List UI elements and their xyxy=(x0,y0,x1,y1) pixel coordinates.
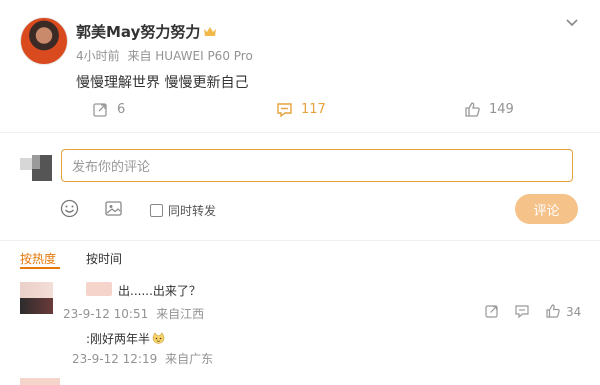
divider xyxy=(0,240,600,241)
crown-icon xyxy=(204,27,217,36)
comment-time: 23-9-12 10:51 xyxy=(63,307,149,321)
repost-checkbox[interactable]: 同时转发 xyxy=(150,202,216,219)
comment-count: 117 xyxy=(301,102,326,117)
comment-input[interactable]: 发布你的评论 xyxy=(61,149,573,182)
author-name[interactable]: 郭美May努力努力 xyxy=(76,21,217,42)
share-icon[interactable] xyxy=(484,303,500,319)
chevron-down-icon[interactable] xyxy=(564,14,580,30)
picture-icon[interactable] xyxy=(104,199,123,218)
repost-count: 6 xyxy=(117,102,126,117)
post-meta: 4小时前 来自 HUAWEI P60 Pro xyxy=(76,47,253,64)
like-icon[interactable] xyxy=(545,303,561,319)
comment-meta: 23-9-12 10:51 来自江西 xyxy=(63,305,204,322)
like-button[interactable]: 149 xyxy=(464,101,514,118)
checkbox-box[interactable] xyxy=(150,204,163,217)
comment-placeholder: 发布你的评论 xyxy=(72,160,151,175)
active-tab-underline xyxy=(20,267,60,269)
post-source: 来自 HUAWEI P60 Pro xyxy=(127,49,253,63)
cat-emoji-icon xyxy=(152,332,165,344)
emoji-icon[interactable] xyxy=(60,199,79,218)
comment-source: 来自江西 xyxy=(156,307,205,321)
reply-icon[interactable] xyxy=(514,303,530,319)
like-icon xyxy=(465,102,480,117)
reply-text-row: :刚好两年半 xyxy=(86,330,165,347)
repost-icon xyxy=(93,103,107,117)
comment-button[interactable]: 117 xyxy=(276,101,326,118)
post-text: 慢慢理解世界 慢慢更新自己 xyxy=(76,75,249,91)
tab-sort-hot[interactable]: 按热度 xyxy=(20,250,56,267)
repost-checkbox-label: 同时转发 xyxy=(168,204,217,218)
repost-button[interactable]: 6 xyxy=(92,101,125,118)
reply-meta: 23-9-12 12:19 来自广东 xyxy=(72,350,213,367)
commenter-avatar-lower xyxy=(20,298,53,314)
commenter-avatar[interactable] xyxy=(20,282,53,298)
comment-like-count: 34 xyxy=(566,305,582,319)
commenter-name[interactable] xyxy=(86,282,112,296)
reply-time: 23-9-12 12:19 xyxy=(72,352,158,366)
tab-sort-time[interactable]: 按时间 xyxy=(86,250,122,267)
comment-text: 出......出来了？ xyxy=(118,284,201,298)
comment-icon xyxy=(277,103,292,118)
my-avatar xyxy=(20,155,52,181)
reply-text: :刚好两年半 xyxy=(86,332,151,346)
like-count: 149 xyxy=(489,102,514,117)
author-avatar[interactable] xyxy=(20,17,68,65)
submit-comment-button[interactable]: 评论 xyxy=(515,194,578,224)
post-time: 4小时前 xyxy=(76,49,120,63)
divider xyxy=(0,132,600,133)
author-name-text[interactable]: 郭美May努力努力 xyxy=(76,21,200,42)
next-commenter-avatar xyxy=(20,378,60,385)
reply-source: 来自广东 xyxy=(165,352,214,366)
